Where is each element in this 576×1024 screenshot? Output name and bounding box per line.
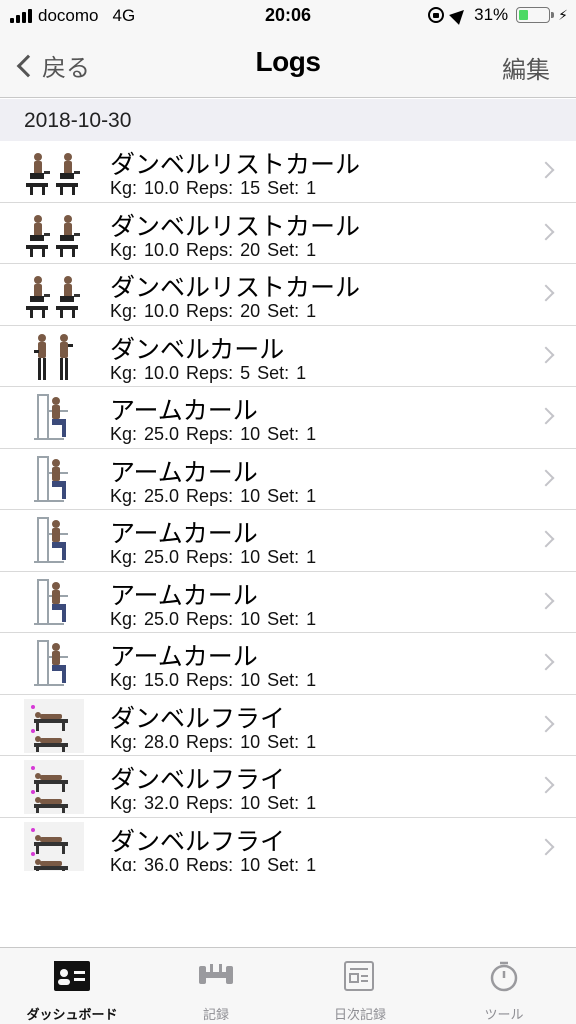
exercise-detail: Kg: 25.0 Reps: 10 Set: 1: [110, 547, 317, 567]
exercise-detail: Kg: 15.0 Reps: 10 Set: 1: [110, 670, 317, 690]
exercise-name: アームカール: [110, 581, 258, 610]
exercise-detail: Kg: 32.0 Reps: 10 Set: 1: [110, 793, 317, 813]
seated-dumbbell-icon: [24, 268, 84, 322]
chevron-right-icon: [537, 223, 555, 240]
exercise-name: ダンベルフライ: [110, 827, 286, 856]
section-header: 2018-10-30: [0, 99, 576, 141]
tab-stopwatch[interactable]: ツール: [432, 948, 576, 1024]
exercise-name: ダンベルリストカール: [110, 151, 361, 179]
exercise-name: アームカール: [110, 397, 258, 425]
log-list[interactable]: ダンベルリストカール Kg: 10.0 Reps: 15 Set: 1 ダンベルリ…: [0, 141, 576, 871]
exercise-detail: Kg: 36.0 Reps: 10 Set: 1: [110, 854, 317, 872]
exercise-detail: Kg: 10.0 Reps: 20 Set: 1: [110, 239, 317, 260]
exercise-detail: Kg: 25.0 Reps: 10 Set: 1: [110, 485, 317, 506]
machine-curl-icon: [24, 637, 84, 691]
tab-dashboard[interactable]: ダッシュボード: [0, 948, 144, 1024]
log-row[interactable]: アームカール Kg: 15.0 Reps: 10 Set: 1: [0, 633, 576, 695]
exercise-name: アームカール: [110, 458, 258, 487]
exercise-detail: Kg: 10.0 Reps: 5 Set: 1: [110, 362, 307, 383]
standing-dumbbell-icon: [24, 330, 84, 384]
battery-icon: [516, 7, 555, 23]
navigation-bar: 戻る Logs 編集: [0, 34, 576, 98]
charging-bolt-icon: ⚡: [558, 6, 568, 23]
tab-bar: ダッシュボード 記録 日次記録 ツール: [0, 947, 576, 1024]
tab-label: ツール: [484, 1007, 524, 1022]
battery-percent: 31%: [474, 5, 509, 24]
edit-button[interactable]: 編集: [502, 50, 550, 85]
exercise-detail: Kg: 25.0 Reps: 10 Set: 1: [110, 424, 317, 444]
log-row[interactable]: ダンベルフライ Kg: 36.0 Reps: 10 Set: 1: [0, 818, 576, 872]
chevron-right-icon: [537, 530, 555, 548]
tab-label: 日次記録: [333, 1007, 386, 1022]
section-date: 2018-10-30: [24, 109, 132, 132]
log-row[interactable]: ダンベルフライ Kg: 28.0 Reps: 10 Set: 1: [0, 695, 576, 756]
machine-curl-icon: [24, 576, 84, 630]
tab-dumbbell[interactable]: 記録: [144, 948, 288, 1024]
log-row[interactable]: ダンベルフライ Kg: 32.0 Reps: 10 Set: 1: [0, 756, 576, 818]
chevron-right-icon: [537, 161, 555, 179]
chevron-right-icon: [537, 346, 555, 363]
status-bar: docomo 4G 20:06 31% ⚡: [0, 0, 576, 34]
exercise-name: アームカール: [110, 520, 258, 548]
location-arrow-icon: [449, 5, 470, 25]
log-row[interactable]: ダンベルカール Kg: 10.0 Reps: 5 Set: 1: [0, 326, 576, 387]
exercise-name: ダンベルリストカール: [110, 212, 361, 241]
exercise-detail: Kg: 25.0 Reps: 10 Set: 1: [110, 608, 317, 629]
page-title: Logs: [255, 46, 321, 77]
exercise-name: アームカール: [110, 643, 258, 671]
log-row[interactable]: ダンベルリストカール Kg: 10.0 Reps: 20 Set: 1: [0, 203, 576, 264]
chevron-right-icon: [537, 776, 555, 794]
chevron-right-icon: [537, 592, 555, 609]
seated-dumbbell-icon: [24, 145, 84, 199]
rotation-lock-icon: [428, 7, 445, 23]
seated-dumbbell-icon: [24, 207, 84, 261]
bench-fly-icon: [24, 821, 84, 871]
status-right: 31% ⚡: [428, 5, 568, 25]
log-row[interactable]: ダンベルリストカール Kg: 10.0 Reps: 20 Set: 1: [0, 264, 576, 326]
exercise-detail: Kg: 10.0 Reps: 20 Set: 1: [110, 301, 317, 321]
log-row[interactable]: ダンベルリストカール Kg: 10.0 Reps: 15 Set: 1: [0, 141, 576, 203]
chevron-right-icon: [537, 407, 555, 425]
bench-fly-icon: [24, 760, 84, 814]
chevron-right-icon: [537, 653, 555, 671]
log-row[interactable]: アームカール Kg: 25.0 Reps: 10 Set: 1: [0, 572, 576, 633]
chevron-right-icon: [537, 838, 555, 855]
exercise-name: ダンベルフライ: [110, 766, 286, 794]
machine-curl-icon: [24, 391, 84, 445]
tab-daily-log[interactable]: 日次記録: [288, 948, 432, 1024]
chevron-right-icon: [537, 284, 555, 302]
log-row[interactable]: アームカール Kg: 25.0 Reps: 10 Set: 1: [0, 387, 576, 449]
exercise-detail: Kg: 28.0 Reps: 10 Set: 1: [110, 731, 317, 752]
exercise-name: ダンベルカール: [110, 335, 285, 364]
chevron-right-icon: [537, 715, 555, 732]
exercise-detail: Kg: 10.0 Reps: 15 Set: 1: [110, 178, 317, 198]
log-row[interactable]: アームカール Kg: 25.0 Reps: 10 Set: 1: [0, 449, 576, 510]
chevron-right-icon: [537, 469, 555, 486]
tab-label: ダッシュボード: [26, 1007, 118, 1022]
machine-curl-icon: [24, 514, 84, 568]
tab-label: 記録: [202, 1007, 229, 1022]
exercise-name: ダンベルフライ: [110, 704, 286, 733]
machine-curl-icon: [24, 453, 84, 507]
bench-fly-icon: [24, 698, 84, 753]
log-row[interactable]: アームカール Kg: 25.0 Reps: 10 Set: 1: [0, 510, 576, 572]
exercise-name: ダンベルリストカール: [110, 274, 361, 302]
